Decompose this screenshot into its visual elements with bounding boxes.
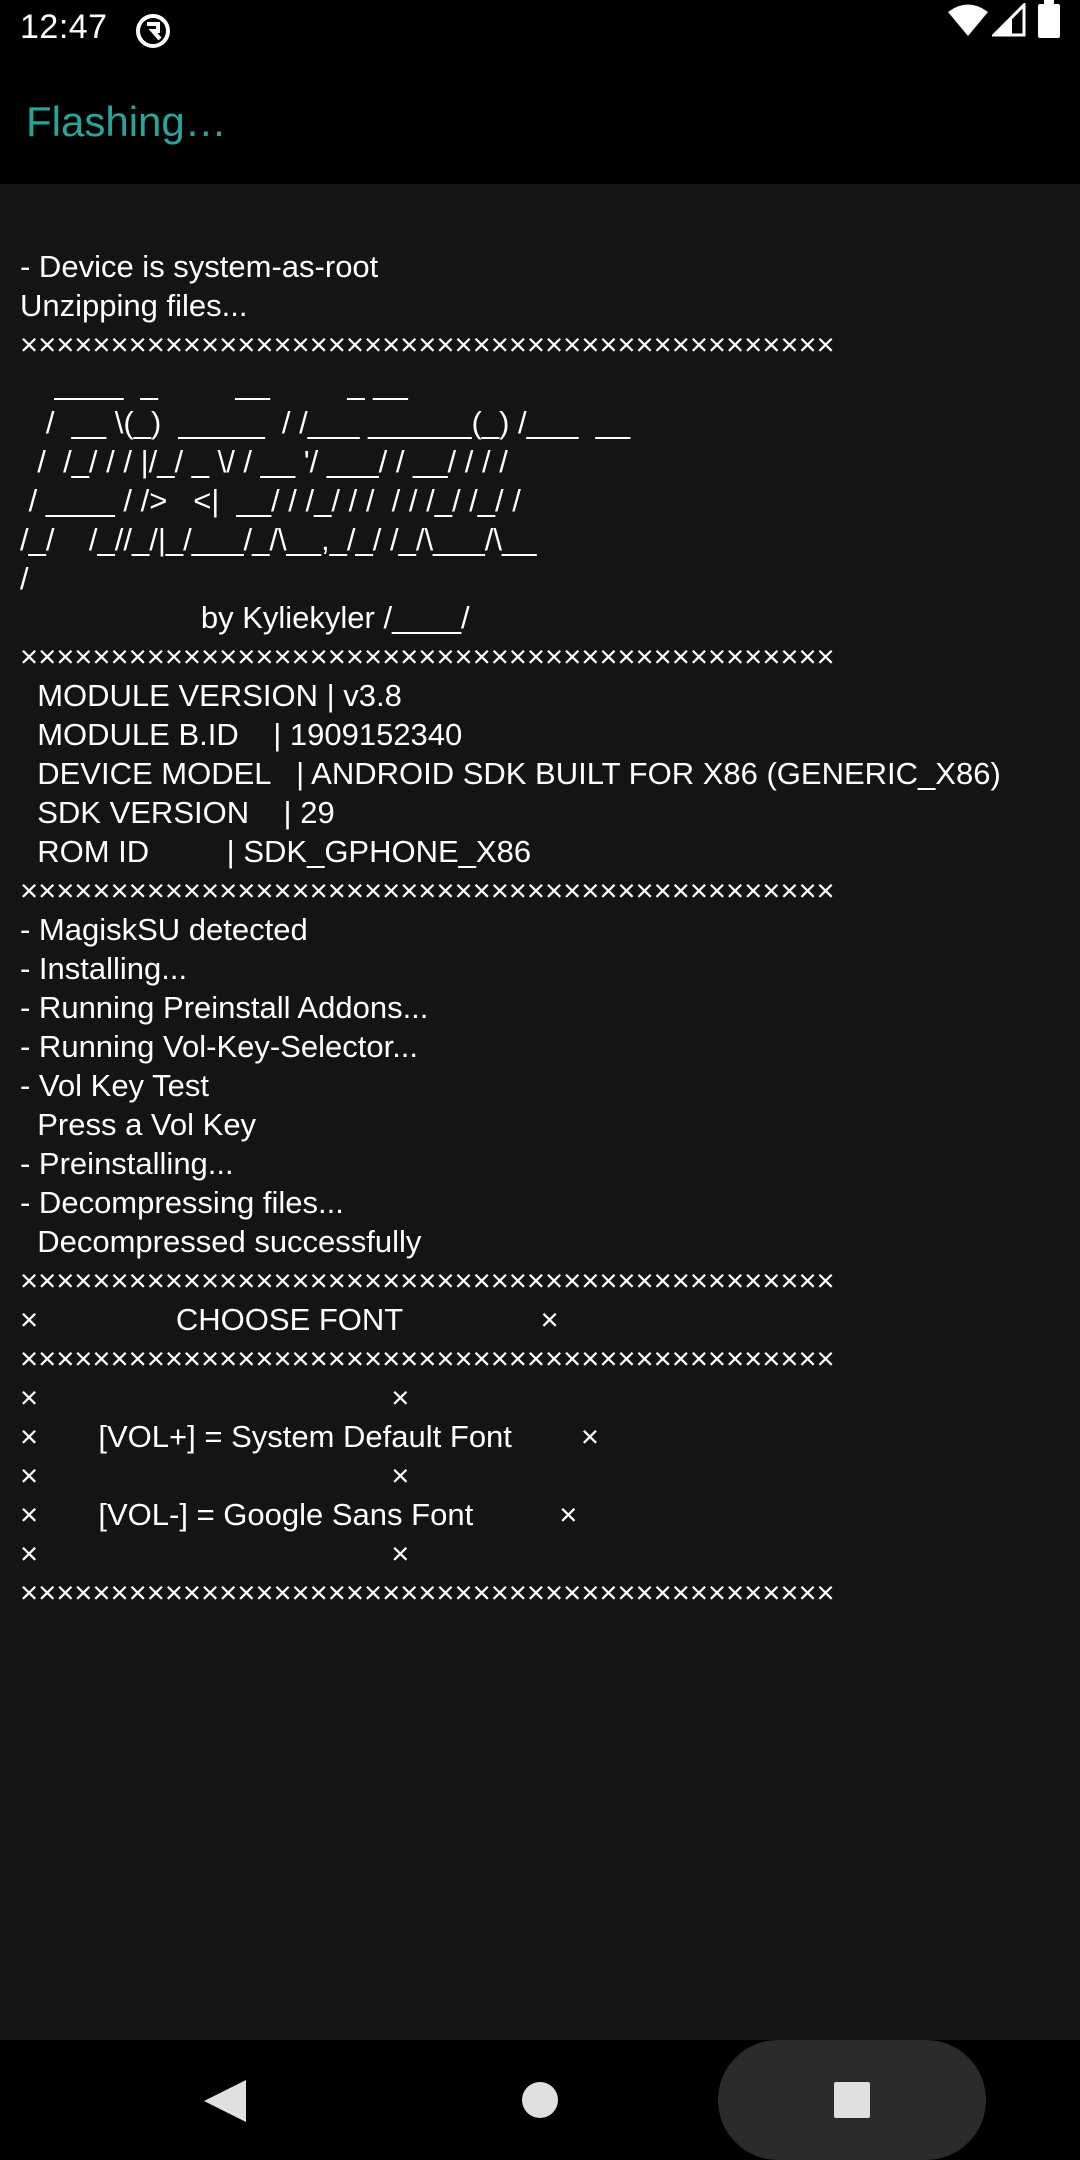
console-line: MODULE VERSION | v3.8	[20, 678, 402, 713]
console-line: ××××××××××××××××××××××××××××××××××××××××…	[20, 1341, 835, 1376]
console-line: × ×	[20, 1536, 410, 1571]
console-line: ____ _ __ _ __	[20, 366, 408, 401]
navigation-bar	[0, 2040, 1080, 2160]
console-line: ××××××××××××××××××××××××××××××××××××××××…	[20, 1575, 835, 1610]
console-line: ××××××××××××××××××××××××××××××××××××××××…	[20, 327, 835, 362]
console-output: - Device is system-as-root Unzipping file…	[20, 247, 1001, 1612]
console-line: × ×	[20, 1458, 410, 1493]
console-line: - Preinstalling...	[20, 1146, 234, 1181]
console-line: DEVICE MODEL | ANDROID SDK BUILT FOR X86…	[20, 756, 1001, 791]
console-line: MODULE B.ID | 1909152340	[20, 717, 463, 752]
console-line: - Decompressing files...	[20, 1185, 344, 1220]
back-icon[interactable]	[200, 2078, 248, 2124]
console-line: - MagiskSU detected	[20, 912, 308, 947]
console-line: /_/ /_//_/|_/___/_/\__,_/_/ /_/\___/\__	[20, 522, 537, 557]
recents-icon[interactable]	[834, 2082, 870, 2118]
console-line: / /_/ / / |/_/ _ \/ / __ '/ ___/ / __/ /…	[20, 444, 508, 479]
console-line: × ×	[20, 1380, 410, 1415]
console-line: × [VOL+] = System Default Font ×	[20, 1419, 599, 1454]
console-line: ××××××××××××××××××××××××××××××××××××××××…	[20, 1263, 835, 1298]
console-line: /	[20, 561, 29, 596]
console-line: ××××××××××××××××××××××××××××××××××××××××…	[20, 873, 835, 908]
status-time: 12:47	[20, 8, 108, 46]
console-line: SDK VERSION | 29	[20, 795, 335, 830]
console-line: × [VOL-] = Google Sans Font ×	[20, 1497, 578, 1532]
toolbar: Flashing…	[0, 60, 1080, 184]
console-line: - Running Preinstall Addons...	[20, 990, 429, 1025]
console-line: ××××××××××××××××××××××××××××××××××××××××…	[20, 639, 835, 674]
home-icon[interactable]	[520, 2080, 560, 2120]
console-line: ROM ID | SDK_GPHONE_X86	[20, 834, 532, 869]
battery-icon	[1038, 0, 1060, 38]
console-line: by Kyliekyler /____/	[20, 600, 470, 635]
console-line: - Vol Key Test	[20, 1068, 209, 1103]
console-line: Press a Vol Key	[20, 1107, 257, 1142]
signal-icon	[992, 3, 1026, 37]
console-line: / ____ / /> <| __/ / /_/ / / / / /_/ /_/…	[20, 483, 521, 518]
wifi-icon	[948, 4, 988, 36]
app-notification-icon	[136, 14, 170, 48]
flash-log-console[interactable]: - Device is system-as-root Unzipping file…	[0, 184, 1080, 2040]
console-line: / __ \(_) _____ / /___ ______(_) /___ __	[20, 405, 631, 440]
console-line: Unzipping files...	[20, 288, 248, 323]
console-line: - Running Vol-Key-Selector...	[20, 1029, 419, 1064]
status-bar: 12:47	[0, 0, 1080, 60]
console-line: - Installing...	[20, 951, 188, 986]
console-line: × CHOOSE FONT ×	[20, 1302, 559, 1337]
console-line: Decompressed successfully	[20, 1224, 422, 1259]
console-line: - Device is system-as-root	[20, 249, 379, 284]
page-title: Flashing…	[26, 98, 227, 145]
